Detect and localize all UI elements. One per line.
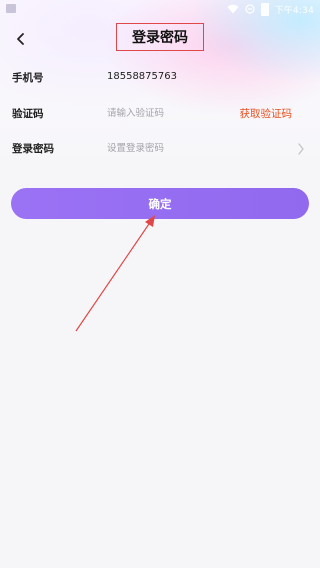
password-input[interactable] bbox=[105, 136, 239, 160]
phone-label: 手机号 bbox=[12, 72, 44, 84]
password-label: 登录密码 bbox=[12, 143, 54, 155]
code-label: 验证码 bbox=[12, 108, 44, 120]
phone-row: 手机号 18558875763 bbox=[0, 60, 320, 96]
nav-bar: 登录密码 bbox=[0, 20, 320, 58]
phone-value: 18558875763 bbox=[107, 71, 177, 82]
wifi-icon bbox=[227, 4, 239, 14]
page-title: 登录密码 bbox=[132, 30, 188, 46]
battery-icon bbox=[260, 2, 269, 16]
code-row: 验证码 获取验证码 bbox=[0, 96, 320, 132]
password-row[interactable]: 登录密码 bbox=[0, 131, 320, 167]
confirm-button[interactable]: 确定 bbox=[11, 188, 309, 219]
status-right-group: 下午4:34 bbox=[227, 2, 314, 16]
image-notification-icon bbox=[6, 4, 16, 13]
chevron-right-icon bbox=[298, 143, 304, 155]
code-input[interactable] bbox=[105, 101, 239, 125]
back-button[interactable] bbox=[8, 26, 34, 52]
chevron-left-icon bbox=[17, 33, 24, 45]
title-highlight-box: 登录密码 bbox=[116, 23, 204, 51]
status-bar: 下午4:34 bbox=[0, 0, 320, 18]
get-code-button[interactable]: 获取验证码 bbox=[240, 106, 293, 121]
status-time: 下午4:34 bbox=[274, 5, 314, 16]
signal-icon bbox=[244, 4, 255, 14]
